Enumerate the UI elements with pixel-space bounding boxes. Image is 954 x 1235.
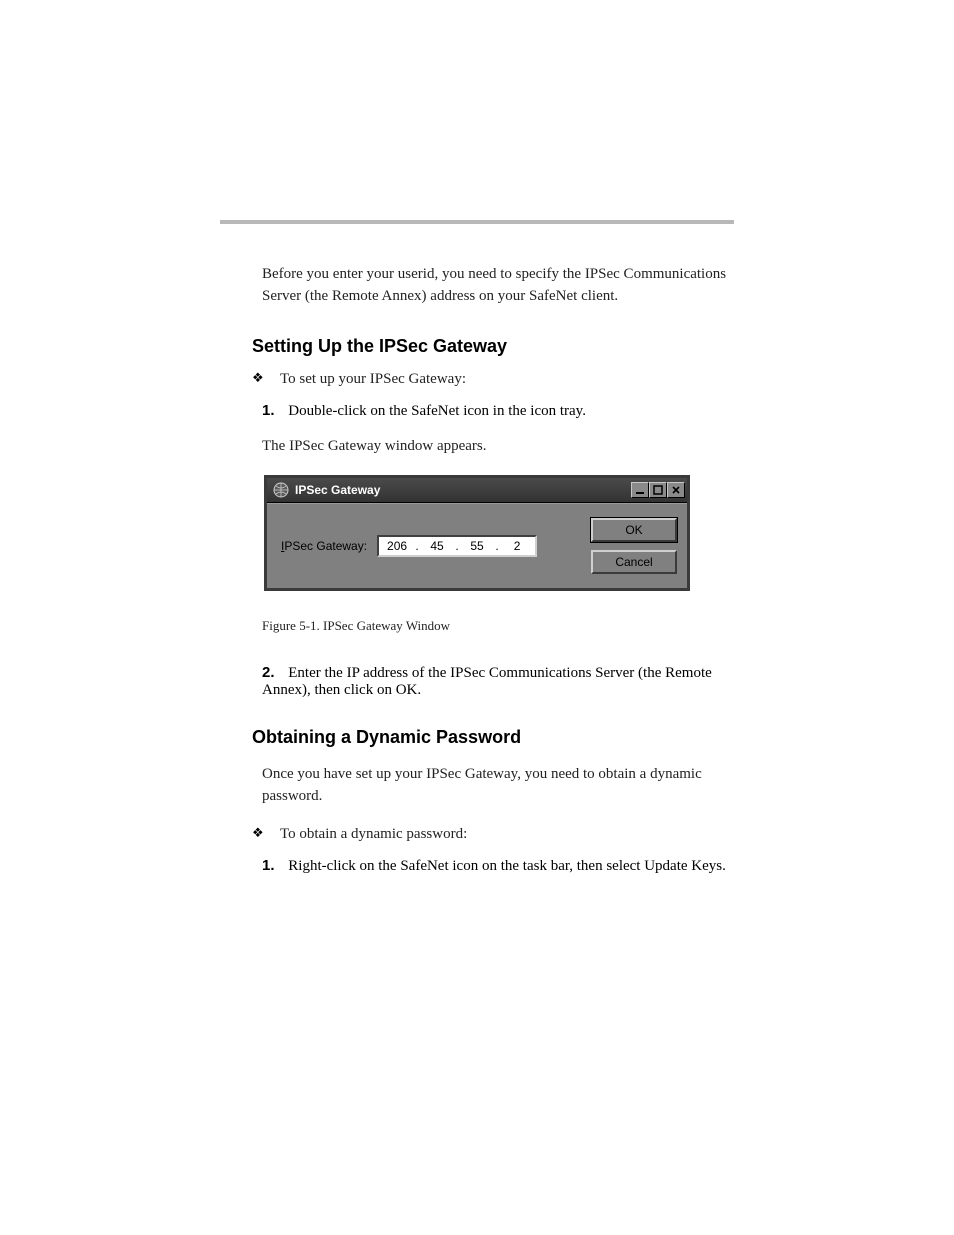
bullet-list-2: To obtain a dynamic password:	[252, 824, 734, 846]
window-controls	[631, 482, 685, 498]
maximize-button[interactable]	[649, 482, 667, 498]
dialog-screenshot: IPSec Gateway IPSec Gateway:	[220, 478, 734, 588]
ip-octet-3[interactable]: 55	[463, 539, 491, 553]
app-icon	[273, 482, 289, 498]
step-2-text: Enter the IP address of the IPSec Commun…	[262, 665, 712, 698]
heading-setup-ipsec: Setting Up the IPSec Gateway	[252, 336, 734, 357]
ipsec-gateway-label: IPSec Gateway:	[281, 539, 367, 553]
step-1-text: Double-click on the SafeNet icon in the …	[288, 403, 586, 419]
step-3-text: Right-click on the SafeNet icon on the t…	[288, 858, 726, 874]
step-2: 2. Enter the IP address of the IPSec Com…	[262, 664, 734, 699]
step-2-number: 2.	[262, 664, 275, 681]
minimize-button[interactable]	[631, 482, 649, 498]
label-rest: PSec Gateway:	[284, 539, 367, 553]
dialog-title: IPSec Gateway	[293, 483, 631, 497]
bullet-dynamic-password: To obtain a dynamic password:	[252, 824, 734, 846]
section-intro-2: Once you have set up your IPSec Gateway,…	[262, 764, 734, 808]
figure-caption: Figure 5-1. IPSec Gateway Window	[262, 618, 734, 634]
ip-address-input[interactable]: 206 . 45 . 55 . 2	[377, 535, 537, 557]
heading-dynamic-password: Obtaining a Dynamic Password	[252, 727, 734, 748]
ip-dot: .	[414, 539, 420, 553]
bullet-setup-ipsec: To set up your IPSec Gateway:	[252, 369, 734, 391]
ok-button[interactable]: OK	[591, 518, 677, 542]
ip-octet-4[interactable]: 2	[503, 539, 531, 553]
dialog-buttons: OK Cancel	[591, 518, 677, 574]
step-1-result: The IPSec Gateway window appears.	[262, 436, 734, 458]
ip-dot: .	[454, 539, 460, 553]
step-3-number: 1.	[262, 857, 275, 874]
ipsec-gateway-dialog: IPSec Gateway IPSec Gateway:	[267, 478, 687, 588]
step-3: 1. Right-click on the SafeNet icon on th…	[262, 857, 734, 875]
step-1: 1. Double-click on the SafeNet icon in t…	[262, 402, 734, 420]
ip-octet-1[interactable]: 206	[383, 539, 411, 553]
dialog-body: IPSec Gateway: 206 . 45 . 55 . 2 OK Canc…	[267, 503, 687, 588]
section-intro-1: Before you enter your userid, you need t…	[262, 264, 734, 308]
bullet-list-1: To set up your IPSec Gateway:	[252, 369, 734, 391]
ip-dot: .	[494, 539, 500, 553]
dialog-titlebar: IPSec Gateway	[267, 478, 687, 503]
close-button[interactable]	[667, 482, 685, 498]
step-1-number: 1.	[262, 402, 275, 419]
ip-octet-2[interactable]: 45	[423, 539, 451, 553]
divider	[220, 220, 734, 224]
cancel-button[interactable]: Cancel	[591, 550, 677, 574]
